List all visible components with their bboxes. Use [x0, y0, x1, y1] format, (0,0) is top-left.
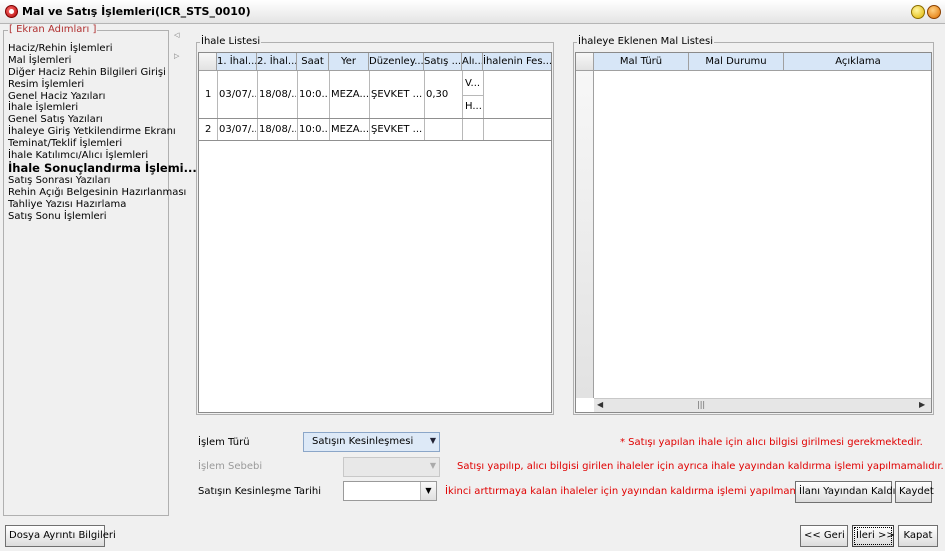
table-corner	[199, 53, 217, 71]
ilani-yayindan-kaldir-button[interactable]: İlanı Yayından Kaldır	[795, 481, 900, 503]
kapat-button[interactable]: Kapat	[898, 525, 938, 547]
scroll-grip[interactable]: |||	[697, 400, 705, 409]
warning-message-1: * Satışı yapılan ihale için alıcı bilgis…	[620, 437, 923, 448]
kesinlesme-tarihi-label: Satışın Kesinleşme Tarihi	[198, 486, 322, 497]
kaydet-button[interactable]: Kaydet	[895, 481, 934, 503]
step-item[interactable]: Genel Haciz Yazıları	[8, 91, 197, 103]
cell-ihale1[interactable]: 03/07/...	[219, 124, 256, 136]
col-header-ihale1[interactable]: 1. İhal...	[217, 53, 257, 71]
step-item[interactable]: Diğer Haciz Rehin Bilgileri Girişi	[8, 67, 197, 79]
steps-list: Haciz/Rehin İşlemleri Mal İşlemleri Diğer …	[8, 43, 197, 223]
islem-sebebi-select[interactable]: ▼	[343, 457, 440, 477]
dosya-ayrinti-button[interactable]: Dosya Ayrıntı Bilgileri	[5, 525, 116, 547]
row-number: 2	[205, 124, 212, 135]
ihale-listesi-legend: İhale Listesi	[200, 36, 262, 47]
cell-ihale2[interactable]: 18/08/...	[259, 124, 296, 136]
step-item[interactable]: Resim İşlemleri	[8, 79, 197, 91]
step-item[interactable]: Teminat/Teklif İşlemleri	[8, 138, 197, 150]
cell-alici[interactable]: V...	[465, 78, 482, 90]
col-header-aciklama[interactable]: Açıklama	[784, 53, 931, 71]
col-header-fesih[interactable]: İhalenin Fes...	[483, 53, 551, 71]
expand-right-arrow-icon[interactable]: ▷	[174, 52, 179, 60]
step-item[interactable]: İhale İşlemleri	[8, 102, 197, 114]
collapse-left-arrow-icon[interactable]: ◁	[174, 31, 179, 39]
col-header-alici[interactable]: Alı...	[462, 53, 483, 71]
islem-turu-select[interactable]: Satışın Kesinleşmesi ▼	[303, 432, 440, 452]
app-logo-icon	[5, 5, 18, 18]
islem-sebebi-label: İşlem Sebebi	[198, 461, 263, 472]
step-item[interactable]: Tahliye Yazısı Hazırlama	[8, 199, 197, 211]
col-header-yer[interactable]: Yer	[329, 53, 369, 71]
cell-satis[interactable]: 0,30	[426, 89, 461, 101]
close-window-button[interactable]	[927, 5, 941, 19]
cell-saat[interactable]: 10:0...	[299, 89, 328, 101]
col-header-mal-durumu[interactable]: Mal Durumu	[689, 53, 784, 71]
step-item[interactable]: Mal İşlemleri	[8, 55, 197, 67]
ihale-listesi-table[interactable]: 1. İhal... 2. İhal... Saat Yer Düzenley.…	[198, 52, 552, 413]
cell-ihale1[interactable]: 03/07/...	[219, 89, 256, 101]
islem-turu-value: Satışın Kesinleşmesi	[312, 436, 414, 447]
scroll-left-icon[interactable]: ◀	[597, 400, 603, 409]
chevron-down-icon: ▼	[429, 461, 436, 470]
step-item[interactable]: Rehin Açığı Belgesinin Hazırlanması	[8, 187, 197, 199]
islem-turu-label: İşlem Türü	[198, 437, 250, 448]
cell-alici[interactable]: H...	[465, 101, 482, 113]
row-header-strip	[576, 71, 594, 398]
step-item[interactable]: İhaleye Giriş Yetkilendirme Ekranı	[8, 126, 197, 138]
minimize-button[interactable]	[911, 5, 925, 19]
kesinlesme-tarihi-field[interactable]: ▼	[343, 481, 437, 501]
col-header-mal-turu[interactable]: Mal Türü	[594, 53, 689, 71]
step-item[interactable]: Satış Sonu İşlemleri	[8, 211, 197, 223]
calendar-dropdown-icon[interactable]: ▼	[420, 482, 436, 500]
col-header-saat[interactable]: Saat	[297, 53, 329, 71]
ileri-button[interactable]: İleri >>	[852, 525, 895, 547]
cell-ihale2[interactable]: 18/08/...	[259, 89, 296, 101]
row-number: 1	[205, 89, 212, 100]
table-corner	[576, 53, 594, 71]
mal-listesi-table[interactable]: Mal Türü Mal Durumu Açıklama ◀ ||| ▶	[575, 52, 932, 413]
geri-button[interactable]: << Geri	[800, 525, 848, 547]
chevron-down-icon: ▼	[429, 436, 436, 445]
step-item[interactable]: Genel Satış Yazıları	[8, 114, 197, 126]
cell-saat[interactable]: 10:0...	[299, 124, 328, 136]
mal-listesi-legend: İhaleye Eklenen Mal Listesi	[577, 36, 714, 47]
step-item[interactable]: İhale Sonuçlandırma İşlemi...	[8, 161, 197, 176]
step-item[interactable]: Satış Sonrası Yazıları	[8, 175, 197, 187]
col-header-ihale2[interactable]: 2. İhal...	[257, 53, 297, 71]
horizontal-scrollbar[interactable]: ◀ ||| ▶	[594, 398, 931, 412]
window-title: Mal ve Satış İşlemleri(ICR_STS_0010)	[22, 5, 251, 18]
scroll-right-icon[interactable]: ▶	[919, 400, 925, 409]
steps-legend: [ Ekran Adımları ]	[8, 24, 98, 35]
cell-duzenleyen[interactable]: ŞEVKET ...	[371, 89, 423, 101]
cell-yer[interactable]: MEZA...	[331, 124, 368, 136]
step-item[interactable]: Haciz/Rehin İşlemleri	[8, 43, 197, 55]
warning-message-2: Satışı yapılıp, alıcı bilgisi girilen ih…	[457, 461, 944, 472]
col-header-duzenleyen[interactable]: Düzenley...	[369, 53, 424, 71]
warning-message-3: İkinci arttırmaya kalan ihaleler için ya…	[445, 486, 827, 497]
cell-duzenleyen[interactable]: ŞEVKET ...	[371, 124, 423, 136]
title-bar: Mal ve Satış İşlemleri(ICR_STS_0010)	[0, 0, 945, 24]
cell-yer[interactable]: MEZA...	[331, 89, 368, 101]
col-header-satis[interactable]: Satış ...	[424, 53, 462, 71]
